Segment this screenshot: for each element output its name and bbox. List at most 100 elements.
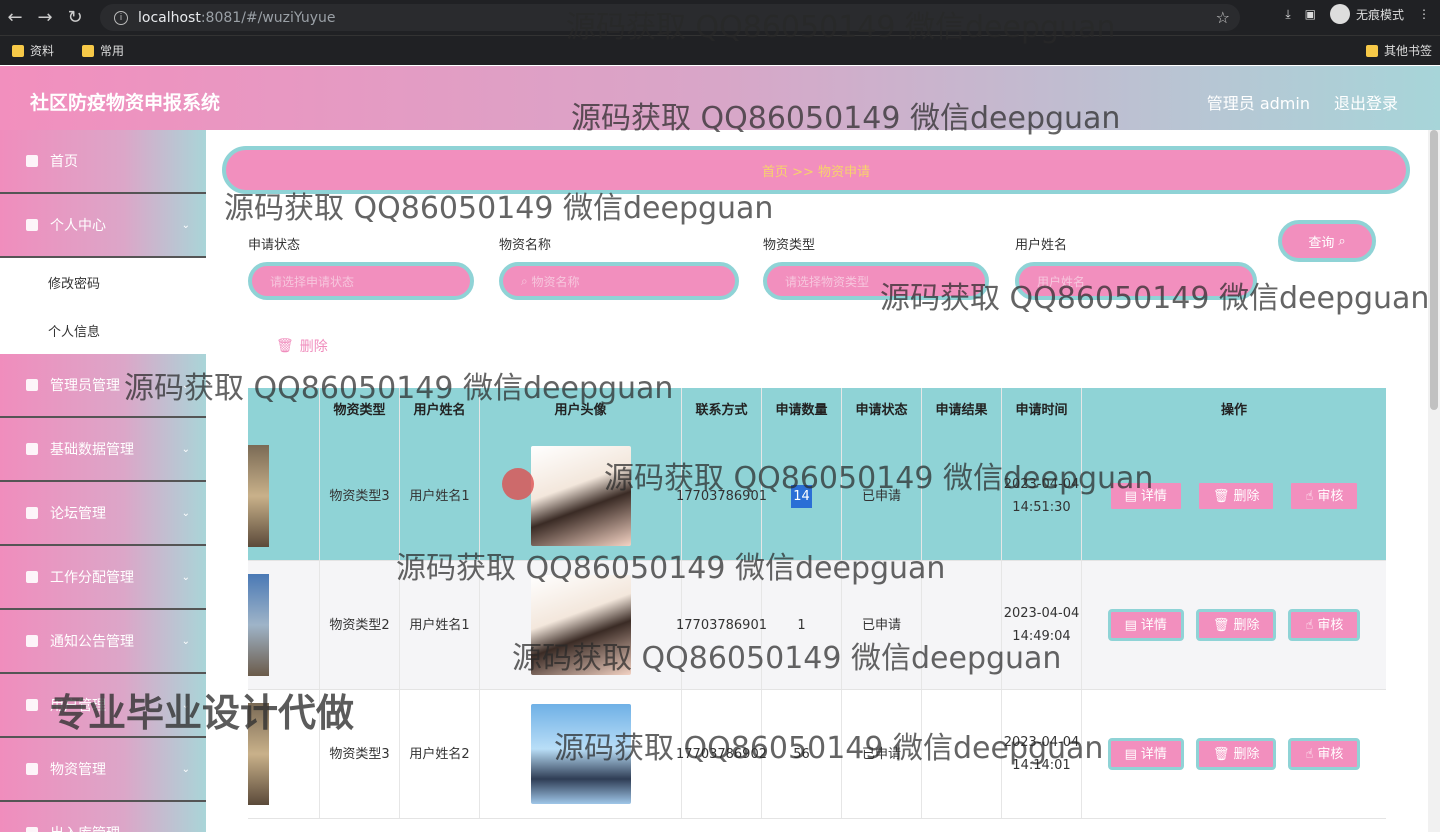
back-icon[interactable]: ← [0,3,30,33]
column-header: 申请状态 [842,388,922,432]
column-header: 申请时间 [1002,388,1082,432]
result-cell [922,690,1002,818]
bookmark-folder[interactable]: 常用 [82,42,124,59]
trash-icon: 🗑 [1212,488,1230,504]
delete-button-label: 删除 [1233,746,1260,762]
table-row[interactable]: 物资类型2 用户姓名1 17703786901 1 已申请 2023-04-04… [248,561,1386,690]
folder-icon [1365,44,1378,57]
supply-thumbnail [248,445,269,547]
sidebar-item-personal-center[interactable]: 个人中心 ⌄ [0,194,206,258]
status-select[interactable]: 请选择申请状态 [248,262,474,300]
query-button[interactable]: 查询 ⌕ [1278,220,1376,262]
delete-button[interactable]: 🗑 删除 [1195,480,1277,512]
sidebar-item-admin-management[interactable]: 管理员管理 ⌄ [0,354,206,418]
type-select[interactable]: 请选择物资类型 [763,262,989,300]
browser-actions: ⤓ ▣ 无痕模式 ⋮ [1285,4,1430,24]
detail-button-label: 详情 [1140,617,1167,633]
chart-icon [26,507,38,519]
supply-image [248,432,320,560]
detail-button[interactable]: ▤ 详情 [1107,480,1184,512]
bookmark-star-icon[interactable]: ☆ [1216,8,1230,27]
review-button[interactable]: ☝ 审核 [1288,609,1361,641]
query-button-label: 查询 [1308,235,1335,251]
avatar [530,704,631,804]
avatar [530,446,631,546]
chevron-down-icon: ⌄ [181,763,190,775]
menu-icon[interactable]: ⋮ [1418,7,1430,21]
home-icon [26,155,38,167]
trash-icon: 🗑 [1212,746,1230,762]
search-icon: ⌕ [521,273,532,288]
delete-button[interactable]: 🗑 删除 [1195,609,1277,641]
column-header: 用户头像 [480,388,682,432]
status-select-placeholder: 请选择申请状态 [270,274,355,289]
hand-icon: ☝ [1305,746,1314,762]
sidepanel-icon[interactable]: ▣ [1305,7,1316,21]
detail-button[interactable]: ▤ 详情 [1107,738,1184,770]
supply-name-placeholder: 物资名称 [531,274,580,289]
folder-icon [82,44,95,57]
grid-icon [26,699,38,711]
delete-button-label: 删除 [1233,488,1260,504]
sidebar-item-label: 修改密码 [48,276,101,292]
url-host: localhost [138,9,201,26]
sidebar-subitem-change-password[interactable]: 修改密码 [0,258,206,306]
page-scrollbar[interactable] [1428,130,1440,832]
hand-icon: ☝ [1305,488,1314,504]
scrollbar-thumb[interactable] [1430,130,1438,410]
user-name-cell: 用户姓名1 [400,432,480,560]
table-row[interactable]: 物资类型3 用户姓名1 17703786901 14 已申请 2023-04-0… [248,432,1386,561]
sidebar-subitem-profile[interactable]: 个人信息 [0,306,206,354]
sidebar-item-supplies[interactable]: 物资管理 ⌄ [0,738,206,802]
name-filter-label: 物资名称 [499,238,552,253]
supply-thumbnail [248,574,269,676]
detail-button[interactable]: ▤ 详情 [1107,609,1184,641]
other-bookmarks[interactable]: 其他书签 [1365,42,1432,59]
phone-cell: 17703786901 [676,561,767,689]
sidebar-item-basic-data[interactable]: 基础数据管理 ⌄ [0,418,206,482]
review-button[interactable]: ☝ 审核 [1288,480,1361,512]
download-icon[interactable]: ⤓ [1285,7,1290,22]
batch-delete-button[interactable]: 🗑 删除 [276,336,328,356]
logout-link[interactable]: 退出登录 [1334,90,1398,114]
quantity-value: 14 [791,484,812,508]
user-name-cell: 用户姓名1 [400,561,480,689]
sidebar-item-work-assignment[interactable]: 工作分配管理 ⌄ [0,546,206,610]
review-button[interactable]: ☝ 审核 [1288,738,1361,770]
sidebar-item-notices[interactable]: 通知公告管理 ⌄ [0,610,206,674]
table-row[interactable]: 物资类型3 用户姓名2 17703786902 56 已申请 2023-04-0… [248,690,1386,819]
time-cell: 2023-04-04 14:14:01 [1002,690,1082,818]
status-cell: 已申请 [842,561,922,689]
sidebar-item-label: 个人中心 [50,218,106,234]
delete-button[interactable]: 🗑 删除 [1195,738,1277,770]
sidebar-item-forum[interactable]: 论坛管理 ⌄ [0,482,206,546]
chevron-down-icon: ⌄ [181,379,190,391]
chevron-down-icon: ⌄ [181,443,190,455]
user-icon [26,219,38,231]
user-name-input[interactable]: 用户姓名 [1015,262,1257,300]
info-icon[interactable]: i [114,10,128,25]
column-header: 物资类型 [320,388,400,432]
supply-name-input[interactable]: ⌕ 物资名称 [499,262,739,300]
sidebar-item-label: 个人信息 [48,324,101,340]
actions-cell: ▤ 详情 🗑 删除 ☝ 审核 [1082,561,1386,689]
sidebar-item-inout[interactable]: 出入库管理 ⌄ [0,802,206,832]
cursor-highlight [502,468,534,500]
folder-icon [12,44,24,57]
address-bar[interactable]: i localhost :8081/#/wuziYuyue ☆ [100,4,1240,31]
forward-icon[interactable]: → [30,3,60,33]
column-header: 联系方式 [682,388,762,432]
detail-button-label: 详情 [1140,488,1167,504]
flag-icon [26,571,38,583]
avatar-cell [480,690,682,818]
send-icon [26,443,38,455]
supply-type-cell: 物资类型3 [320,432,400,560]
sidebar-item-home[interactable]: 首页 [0,130,206,194]
incognito-indicator[interactable]: 无痕模式 [1329,4,1404,24]
reload-icon[interactable]: ↻ [60,3,90,33]
chevron-down-icon: ⌄ [181,635,190,647]
bookmark-folder[interactable]: 资料 [12,42,54,59]
review-button-label: 审核 [1317,746,1344,762]
type-filter-label: 物资类型 [763,238,816,253]
document-icon: ▤ [1124,488,1137,504]
